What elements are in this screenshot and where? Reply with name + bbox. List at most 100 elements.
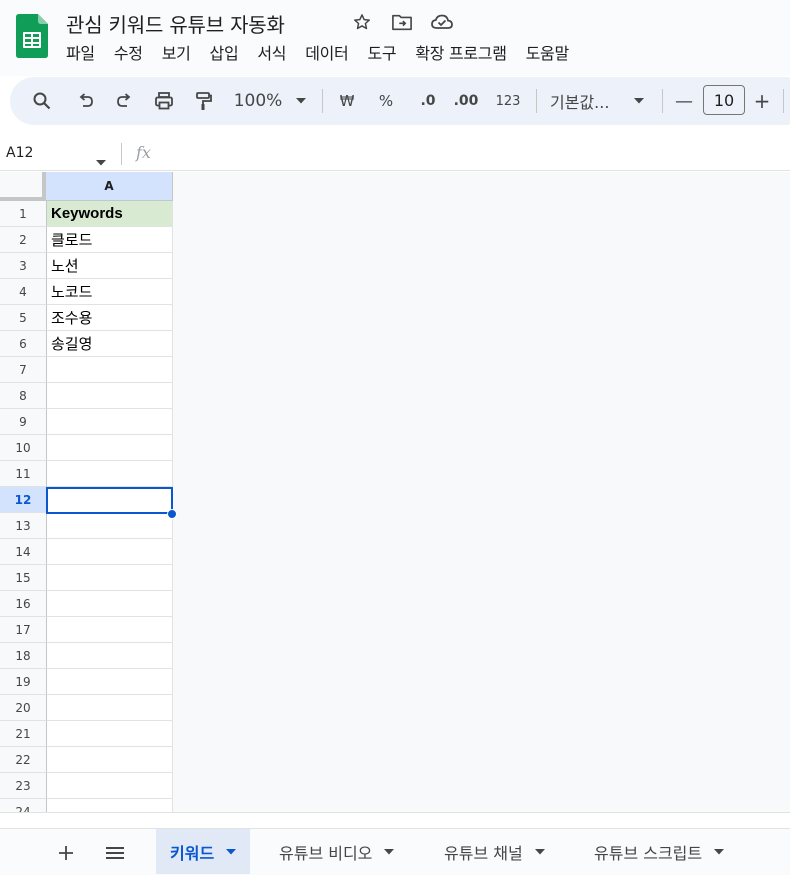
row-header[interactable]: 20: [0, 695, 47, 721]
cell[interactable]: [47, 565, 173, 591]
menu-view[interactable]: 보기: [162, 40, 191, 64]
cloud-saved-icon[interactable]: [430, 10, 454, 34]
increase-decimal-button[interactable]: .00: [453, 89, 479, 113]
menu-edit[interactable]: 수정: [114, 40, 143, 64]
font-family-select[interactable]: 기본값...: [550, 89, 620, 113]
menu-help[interactable]: 도움말: [526, 40, 570, 64]
percent-format-button[interactable]: %: [375, 89, 397, 113]
search-icon[interactable]: [30, 89, 54, 113]
menu-extensions[interactable]: 확장 프로그램: [415, 40, 507, 64]
row-header[interactable]: 10: [0, 435, 47, 461]
increase-font-size-button[interactable]: +: [752, 89, 772, 113]
formula-input[interactable]: [170, 143, 770, 165]
row-header[interactable]: 4: [0, 279, 47, 305]
row-header[interactable]: 6: [0, 331, 47, 357]
add-sheet-icon[interactable]: [53, 841, 79, 865]
sheet-tab-dropdown-icon[interactable]: [534, 848, 545, 855]
cell[interactable]: 송길영: [47, 331, 173, 357]
row-header[interactable]: 15: [0, 565, 47, 591]
decrease-decimal-button[interactable]: .0: [415, 89, 441, 113]
font-size-input[interactable]: 10: [703, 85, 745, 115]
sheet-tab[interactable]: 유튜브 채널: [430, 829, 559, 874]
star-icon[interactable]: [350, 10, 374, 34]
move-folder-icon[interactable]: [390, 10, 414, 34]
cell[interactable]: [47, 591, 173, 617]
zoom-select[interactable]: 100%: [232, 89, 284, 113]
sheet-tab-dropdown-icon[interactable]: [384, 848, 395, 855]
row-header[interactable]: 24: [0, 799, 47, 812]
sheets-logo-icon[interactable]: [16, 14, 48, 58]
cell[interactable]: [47, 409, 173, 435]
select-all-corner[interactable]: [0, 172, 46, 201]
name-box-dropdown-icon[interactable]: [96, 151, 106, 170]
cell[interactable]: [47, 721, 173, 747]
zoom-dropdown-icon[interactable]: [292, 89, 310, 113]
row-header[interactable]: 3: [0, 253, 47, 279]
row-header[interactable]: 18: [0, 643, 47, 669]
row-header[interactable]: 8: [0, 383, 47, 409]
sheet-tab-dropdown-icon[interactable]: [714, 848, 725, 855]
horizontal-scrollbar[interactable]: [0, 813, 790, 829]
undo-icon[interactable]: [74, 89, 98, 113]
sheet-tab[interactable]: 유튜브 비디오: [265, 829, 408, 874]
cell[interactable]: [47, 383, 173, 409]
cell[interactable]: [47, 487, 173, 513]
paint-format-icon[interactable]: [191, 89, 215, 113]
cell[interactable]: [47, 513, 173, 539]
cell[interactable]: [47, 695, 173, 721]
row-header[interactable]: 19: [0, 669, 47, 695]
cell[interactable]: [47, 799, 173, 812]
sheet-tab[interactable]: 키워드: [156, 829, 251, 874]
cell[interactable]: [47, 669, 173, 695]
column-header-A[interactable]: A: [46, 172, 173, 201]
print-icon[interactable]: [152, 89, 176, 113]
cell[interactable]: [47, 773, 173, 799]
sheet-tab[interactable]: 유튜브 스크립트: [580, 829, 738, 874]
sheet-tab-label: 유튜브 비디오: [279, 843, 373, 863]
menu-file[interactable]: 파일: [66, 40, 95, 64]
cell[interactable]: [47, 435, 173, 461]
cell[interactable]: 노코드: [47, 279, 173, 305]
cell[interactable]: 노션: [47, 253, 173, 279]
more-formats-button[interactable]: 123: [493, 89, 523, 113]
row-header[interactable]: 9: [0, 409, 47, 435]
row-header[interactable]: 17: [0, 617, 47, 643]
all-sheets-icon[interactable]: [102, 841, 128, 865]
cell[interactable]: 클로드: [47, 227, 173, 253]
row-header[interactable]: 12: [0, 487, 47, 513]
currency-format-button[interactable]: ₩: [336, 89, 358, 113]
header-cell[interactable]: Keywords: [47, 201, 173, 227]
menu-insert[interactable]: 삽입: [210, 40, 239, 64]
decrease-font-size-button[interactable]: —: [674, 89, 694, 113]
menu-bar: 파일 수정 보기 삽입 서식 데이터 도구 확장 프로그램 도움말: [66, 40, 588, 64]
menu-tools[interactable]: 도구: [367, 40, 396, 64]
row-header[interactable]: 7: [0, 357, 47, 383]
row-header[interactable]: 13: [0, 513, 47, 539]
row-header[interactable]: 23: [0, 773, 47, 799]
row-header[interactable]: 11: [0, 461, 47, 487]
menu-format[interactable]: 서식: [257, 40, 286, 64]
cell[interactable]: 조수용: [47, 305, 173, 331]
row-header[interactable]: 2: [0, 227, 47, 253]
row-header[interactable]: 5: [0, 305, 47, 331]
cell[interactable]: [47, 643, 173, 669]
cell[interactable]: [47, 747, 173, 773]
fill-handle[interactable]: [167, 509, 177, 519]
document-title[interactable]: 관심 키워드 유튜브 자동화: [66, 9, 285, 38]
row-header[interactable]: 21: [0, 721, 47, 747]
toolbar-divider: [662, 89, 663, 113]
name-box[interactable]: A12: [6, 145, 33, 161]
toolbar-divider: [322, 89, 323, 113]
cell[interactable]: [47, 617, 173, 643]
cell[interactable]: [47, 539, 173, 565]
menu-data[interactable]: 데이터: [305, 40, 349, 64]
sheet-tab-dropdown-icon[interactable]: [226, 848, 237, 855]
redo-icon[interactable]: [112, 89, 136, 113]
cell[interactable]: [47, 461, 173, 487]
cell[interactable]: [47, 357, 173, 383]
font-dropdown-icon[interactable]: [630, 89, 648, 113]
row-header[interactable]: 22: [0, 747, 47, 773]
row-header[interactable]: 14: [0, 539, 47, 565]
row-header[interactable]: 16: [0, 591, 47, 617]
row-header[interactable]: 1: [0, 201, 47, 227]
